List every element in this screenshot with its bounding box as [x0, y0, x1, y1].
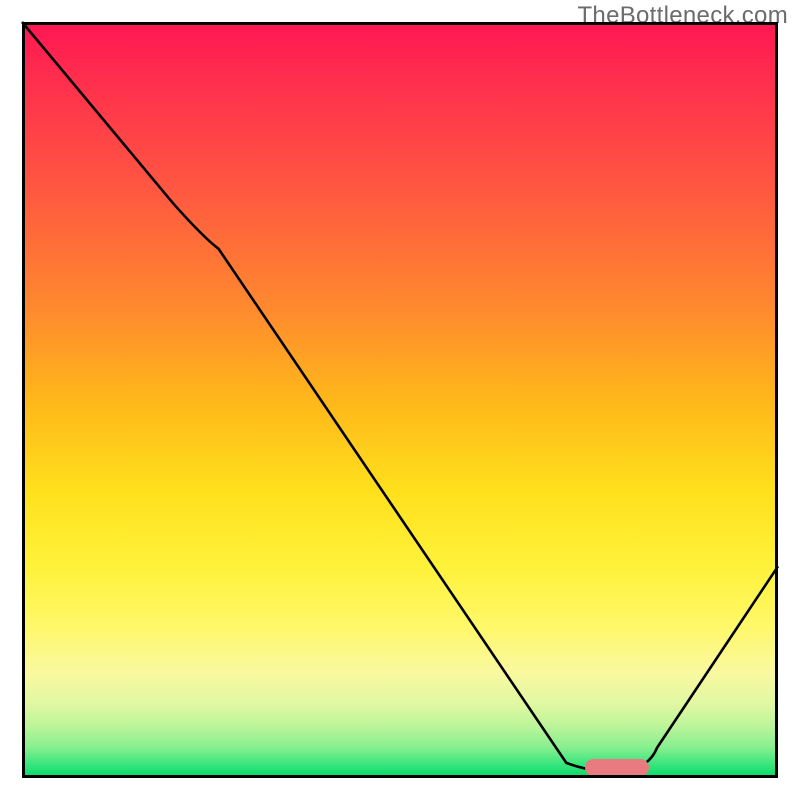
optimum-marker	[585, 759, 649, 776]
bottleneck-curve	[22, 22, 778, 771]
curve-layer	[22, 22, 778, 778]
plot-area	[22, 22, 778, 778]
chart-container: TheBottleneck.com	[0, 0, 800, 800]
